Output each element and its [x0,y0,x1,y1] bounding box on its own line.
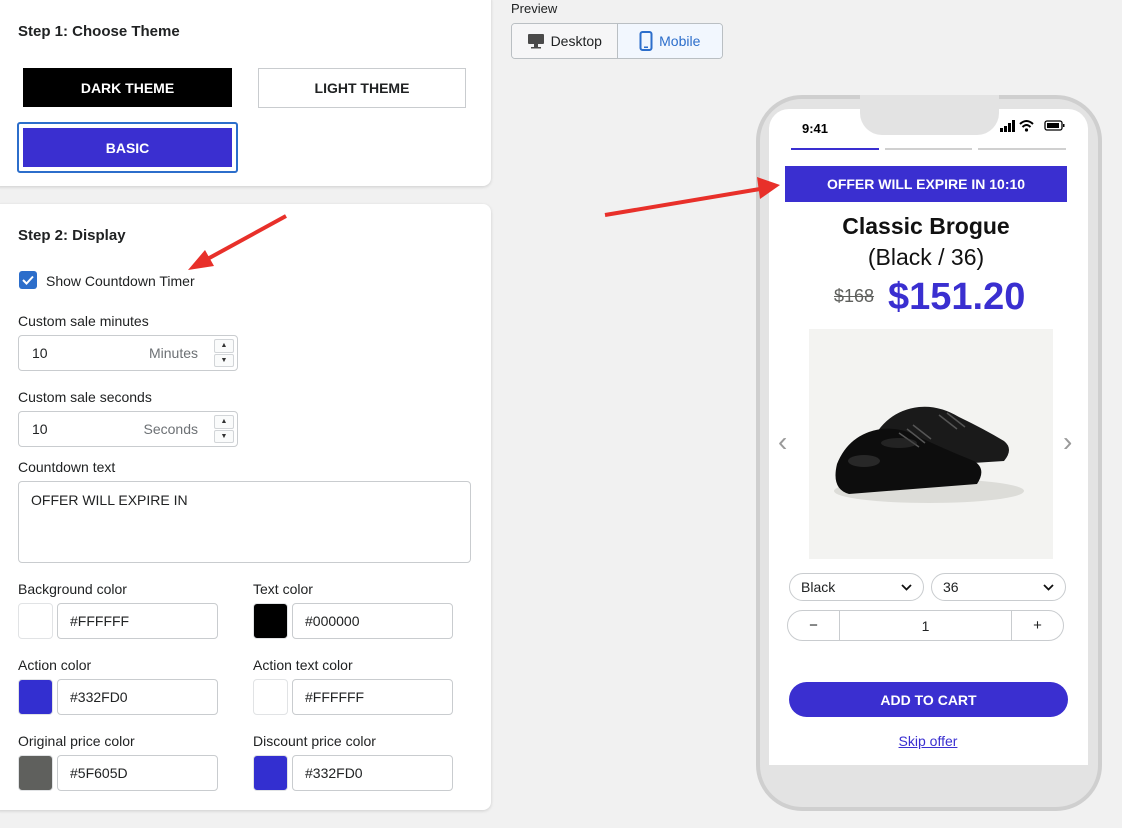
product-title: Classic Brogue [842,213,1010,239]
original-price-color-label: Original price color [18,733,135,749]
qty-decrease-button[interactable]: − [788,611,839,640]
light-theme-button[interactable]: LIGHT THEME [258,68,466,108]
step2-title: Step 2: Display [18,227,126,244]
action-color-input[interactable]: #332FD0 [57,679,218,715]
sale-price: $151.20 [888,276,1026,318]
prev-image-chevron-icon[interactable]: ‹ [778,426,787,458]
countdown-text-field[interactable]: OFFER WILL EXPIRE IN [18,481,471,563]
countdown-text-label: Countdown text [18,459,116,475]
discount-price-color-swatch[interactable] [253,755,288,791]
basic-theme-button[interactable]: BASIC [23,128,232,167]
preview-label: Preview [511,1,558,16]
background-color-input[interactable]: #FFFFFF [57,603,218,639]
story-progress [885,148,972,150]
basic-theme-selected-outline: BASIC [17,122,238,173]
action-text-color-input[interactable]: #FFFFFF [292,679,453,715]
chevron-down-icon [1043,583,1054,591]
background-color-label: Background color [18,581,127,597]
story-progress-active [791,148,879,150]
seconds-suffix: Seconds [143,421,198,437]
signal-icon [1000,120,1015,132]
show-countdown-checkbox[interactable] [19,271,37,289]
color-select[interactable]: Black [789,573,924,601]
mobile-icon [639,31,653,51]
wifi-icon [1019,120,1034,132]
next-image-chevron-icon[interactable]: › [1063,426,1072,458]
chevron-down-icon [901,583,912,591]
text-color-label: Text color [253,581,313,597]
checkmark-icon [22,275,34,285]
text-color-input[interactable]: #000000 [292,603,453,639]
offer-countdown-banner: OFFER WILL EXPIRE IN 10:10 [785,166,1067,202]
action-text-color-swatch[interactable] [253,679,288,715]
seconds-input[interactable]: 10 Seconds ▲ ▼ [18,411,238,447]
action-text-color-label: Action text color [253,657,353,673]
size-select-value: 36 [943,579,959,595]
step1-title: Step 1: Choose Theme [18,23,180,40]
qty-value[interactable]: 1 [839,611,1012,640]
story-progress [978,148,1066,150]
original-price-color-swatch[interactable] [18,755,53,791]
discount-price-color-input[interactable]: #332FD0 [292,755,453,791]
skip-offer-link[interactable]: Skip offer [785,733,1071,749]
color-select-value: Black [801,579,836,595]
show-countdown-label[interactable]: Show Countdown Timer [46,273,195,289]
minutes-increment-icon[interactable]: ▲ [214,339,234,353]
text-color-swatch[interactable] [253,603,288,639]
minutes-label: Custom sale minutes [18,313,149,329]
phone-notch [860,95,999,135]
quantity-stepper: − 1 + [787,610,1064,641]
minutes-decrement-icon[interactable]: ▼ [214,353,234,367]
seconds-label: Custom sale seconds [18,389,152,405]
qty-increase-button[interactable]: + [1012,611,1063,640]
mobile-label: Mobile [659,33,701,49]
minutes-suffix: Minutes [148,345,198,361]
product-variant: (Black / 36) [867,244,985,270]
battery-icon [1044,120,1065,131]
status-icons [1000,120,1065,132]
mobile-preview-button[interactable]: Mobile [617,24,722,58]
shoe-image [834,406,1024,503]
action-color-label: Action color [18,657,92,673]
seconds-decrement-icon[interactable]: ▼ [214,429,234,443]
discount-price-color-label: Discount price color [253,733,376,749]
seconds-value[interactable]: 10 [32,421,48,437]
seconds-increment-icon[interactable]: ▲ [214,415,234,429]
size-select[interactable]: 36 [931,573,1066,601]
dark-theme-button[interactable]: DARK THEME [23,68,232,107]
preview-device-toggle: Desktop Mobile [511,23,723,59]
product-image [809,329,1053,559]
desktop-icon [527,34,544,49]
status-time: 9:41 [802,121,829,136]
add-to-cart-button[interactable]: ADD TO CART [789,682,1068,717]
minutes-value[interactable]: 10 [32,345,48,361]
minutes-input[interactable]: 10 Minutes ▲ ▼ [18,335,238,371]
original-price: $168 [834,286,875,306]
desktop-preview-button[interactable]: Desktop [512,24,618,58]
background-color-swatch[interactable] [18,603,53,639]
desktop-label: Desktop [550,33,602,49]
original-price-color-input[interactable]: #5F605D [57,755,218,791]
annotation-arrow-icon [604,177,780,217]
action-color-swatch[interactable] [18,679,53,715]
